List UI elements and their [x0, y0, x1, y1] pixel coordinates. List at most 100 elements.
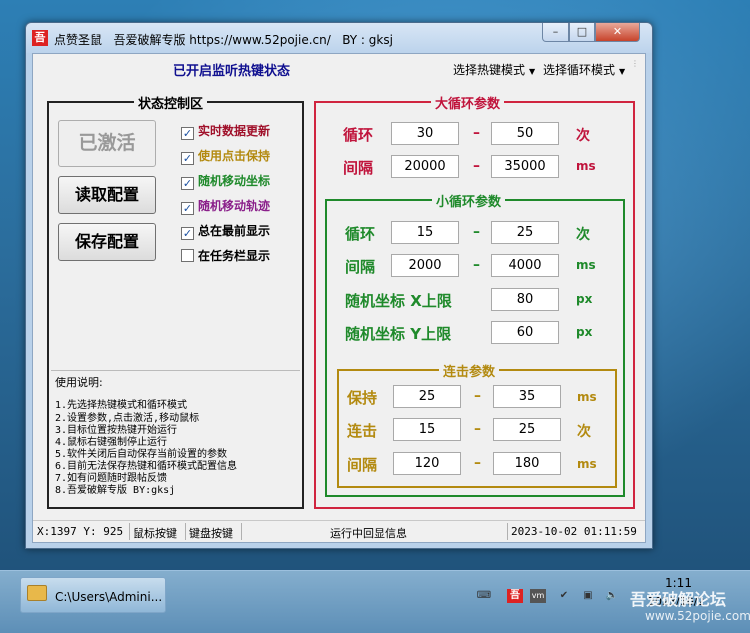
- checkbox-realtime-update[interactable]: ✓ 实时数据更新: [181, 122, 271, 140]
- maximize-button[interactable]: □: [569, 23, 595, 42]
- status-panel-title: 状态控制区: [134, 93, 208, 112]
- toolbar-grip-icon: ⋮: [631, 59, 639, 68]
- big-loop-min-input[interactable]: 30: [391, 122, 459, 145]
- random-x-unit: px: [576, 292, 593, 306]
- range-dash: –: [473, 158, 480, 174]
- hold-max-input[interactable]: 35: [493, 385, 561, 408]
- usage-instructions: 使用说明: 1.先选择热键模式和循环模式 2.设置参数,点击激活,移动鼠标 3.…: [51, 370, 300, 505]
- combo-interval-unit: ms: [577, 457, 597, 471]
- small-interval-min-input[interactable]: 2000: [391, 254, 459, 277]
- hold-unit: ms: [577, 390, 597, 404]
- hotkey-mode-dropdown[interactable]: 选择热键模式 ▼: [453, 61, 535, 78]
- mouse-coords: X:1397 Y: 925: [37, 525, 124, 538]
- small-loop-unit: 次: [576, 227, 590, 243]
- checkbox-checked-icon[interactable]: ✓: [181, 227, 194, 240]
- checkbox-show-in-taskbar[interactable]: 在任务栏显示: [181, 247, 270, 263]
- loop-mode-dropdown[interactable]: 选择循环模式 ▼: [543, 61, 625, 78]
- activate-button[interactable]: 已激活: [58, 120, 156, 167]
- status-divider: [129, 523, 130, 540]
- checkbox-label: 使用点击保持: [198, 149, 271, 163]
- taskbar-item-label: C:\Users\Admini...: [55, 590, 163, 604]
- small-interval-label: 间隔: [345, 258, 376, 276]
- checkbox-click-hold[interactable]: ✓ 使用点击保持: [181, 147, 271, 165]
- keyboard-hotkey-status: 键盘按键: [189, 527, 233, 540]
- hotkey-listen-status: 已开启监听热键状态: [173, 64, 291, 79]
- big-interval-min-input[interactable]: 20000: [391, 155, 459, 178]
- status-control-panel: 状态控制区 已激活 读取配置 保存配置 ✓ 实时数据更新 ✓ 使用点击保持 ✓ 随机移…: [47, 93, 304, 509]
- checkbox-checked-icon[interactable]: ✓: [181, 177, 194, 190]
- status-bar: X:1397 Y: 925 鼠标按键 键盘按键 运行中回显信息 2023-10-…: [33, 520, 645, 542]
- watermark-url: www.52pojie.com: [645, 609, 750, 623]
- small-loop-params: 小循环参数 循环 15 – 25 次 间隔 2000 – 4000 ms 随机坐…: [325, 191, 625, 497]
- keyboard-icon[interactable]: ⌨: [476, 589, 492, 603]
- security-icon[interactable]: ✔: [556, 589, 572, 603]
- checkbox-checked-icon[interactable]: ✓: [181, 127, 194, 140]
- range-dash: –: [473, 125, 480, 141]
- small-loop-title: 小循环参数: [432, 191, 506, 210]
- checkbox-random-track[interactable]: ✓ 随机移动轨迹: [181, 197, 271, 215]
- checkbox-label: 随机移动轨迹: [198, 199, 271, 213]
- watermark-logo: 吾爱破解论坛: [630, 590, 727, 609]
- read-config-button[interactable]: 读取配置: [58, 176, 156, 214]
- usage-line: 8.吾爱破解专版 BY:gksj: [55, 485, 176, 496]
- checkbox-checked-icon[interactable]: ✓: [181, 152, 194, 165]
- combo-interval-min-input[interactable]: 120: [393, 452, 461, 475]
- checkbox-label: 随机移动坐标: [198, 174, 271, 188]
- hit-label: 连击: [347, 422, 378, 440]
- big-loop-params: 大循环参数 循环 30 – 50 次 间隔 20000 – 35000 ms 小…: [314, 93, 635, 509]
- checkbox-always-on-top[interactable]: ✓ 总在最前显示: [181, 222, 271, 240]
- checkbox-unchecked-icon[interactable]: [181, 249, 194, 262]
- hold-label: 保持: [347, 389, 378, 407]
- small-loop-count-label: 循环: [345, 225, 376, 243]
- small-loop-max-input[interactable]: 25: [491, 221, 559, 244]
- hit-max-input[interactable]: 25: [493, 418, 561, 441]
- checkbox-label: 实时数据更新: [198, 124, 271, 138]
- speaker-icon[interactable]: 🔈: [604, 589, 620, 603]
- hold-min-input[interactable]: 25: [393, 385, 461, 408]
- combo-title: 连击参数: [439, 361, 500, 380]
- title-bar[interactable]: 吾 点赞圣鼠 吾爱破解专版 https://www.52pojie.cn/ BY…: [26, 23, 652, 53]
- small-interval-max-input[interactable]: 4000: [491, 254, 559, 277]
- app-tray-icon[interactable]: 吾: [507, 589, 523, 603]
- loop-mode-label: 选择循环模式: [543, 63, 616, 77]
- folder-icon: [27, 585, 47, 601]
- range-dash: –: [474, 455, 481, 471]
- random-y-unit: px: [576, 325, 593, 339]
- combo-interval-label: 间隔: [347, 456, 378, 474]
- random-x-input[interactable]: 80: [491, 288, 559, 311]
- range-dash: –: [473, 224, 480, 240]
- minimize-button[interactable]: –: [542, 23, 569, 42]
- network-icon[interactable]: ▣: [580, 589, 596, 603]
- hotkey-mode-label: 选择热键模式: [453, 63, 526, 77]
- checkbox-label: 总在最前显示: [198, 224, 271, 238]
- status-divider: [185, 523, 186, 540]
- random-y-input[interactable]: 60: [491, 321, 559, 344]
- range-dash: –: [473, 257, 480, 273]
- range-dash: –: [474, 388, 481, 404]
- close-button[interactable]: ✕: [595, 23, 640, 42]
- run-message: 运行中回显信息: [330, 527, 407, 540]
- checkbox-checked-icon[interactable]: ✓: [181, 202, 194, 215]
- client-area: 已开启监听热键状态 选择热键模式 ▼ 选择循环模式 ▼ ⋮ 状态控制区 已激活 读取…: [32, 53, 646, 543]
- big-loop-unit: 次: [576, 128, 590, 144]
- window-title: 点赞圣鼠 吾爱破解专版 https://www.52pojie.cn/ BY :…: [54, 33, 393, 47]
- status-divider: [241, 523, 242, 540]
- big-loop-title: 大循环参数: [431, 93, 505, 112]
- checkbox-label: 在任务栏显示: [198, 249, 271, 263]
- big-loop-max-input[interactable]: 50: [491, 122, 559, 145]
- combo-params: 连击参数 保持 25 – 35 ms 连击 15 – 25 次 间隔 120 –…: [337, 361, 617, 488]
- small-loop-min-input[interactable]: 15: [391, 221, 459, 244]
- save-config-button[interactable]: 保存配置: [58, 223, 156, 261]
- combo-interval-max-input[interactable]: 180: [493, 452, 561, 475]
- hit-min-input[interactable]: 15: [393, 418, 461, 441]
- app-window: 吾 点赞圣鼠 吾爱破解专版 https://www.52pojie.cn/ BY…: [25, 22, 653, 549]
- big-interval-max-input[interactable]: 35000: [491, 155, 559, 178]
- taskbar-explorer-item[interactable]: C:\Users\Admini...: [20, 577, 166, 613]
- taskbar: C:\Users\Admini... ⌨ 吾 vm ✔ ▣ 🔈 1:11 202…: [0, 570, 750, 633]
- checkbox-random-coords[interactable]: ✓ 随机移动坐标: [181, 172, 271, 190]
- status-divider: [507, 523, 508, 540]
- hit-unit: 次: [577, 424, 591, 440]
- vm-icon[interactable]: vm: [530, 589, 546, 603]
- mouse-hotkey-status: 鼠标按键: [133, 527, 177, 540]
- toolbar: 已开启监听热键状态 选择热键模式 ▼ 选择循环模式 ▼ ⋮: [33, 54, 645, 80]
